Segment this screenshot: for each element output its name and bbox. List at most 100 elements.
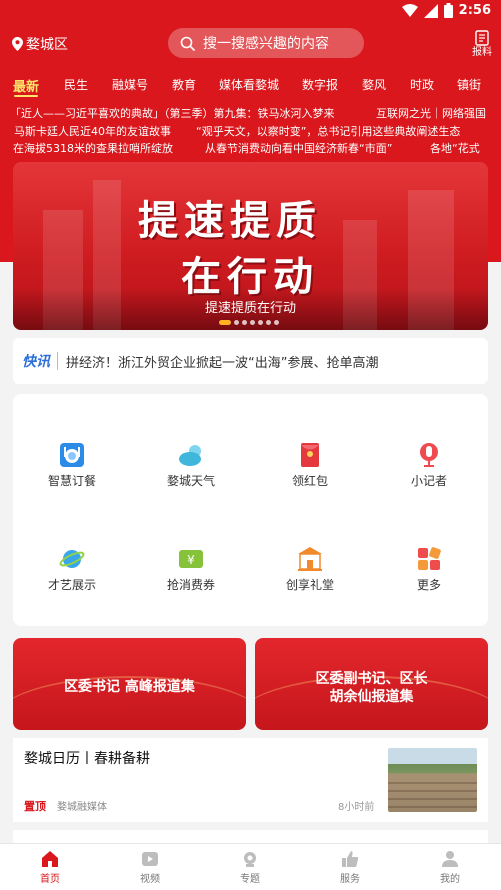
- nav-home[interactable]: 首页: [20, 850, 80, 885]
- tab-education[interactable]: 教育: [172, 76, 196, 93]
- bottom-navigation: 首页 视频 专题 服务 我的: [0, 843, 501, 890]
- carousel-dot[interactable]: [250, 320, 255, 325]
- service-label: 智慧订餐: [47, 474, 96, 488]
- wifi-icon: [401, 3, 418, 17]
- promo-card-secretary[interactable]: 区委书记 高峰报道集: [13, 638, 246, 730]
- flash-news-bar[interactable]: 快讯 拼经济！浙江外贸企业掀起一波“出海”参展、抢单高潮: [13, 338, 488, 384]
- topic-icon: [244, 852, 256, 867]
- service-culture-hall[interactable]: 创享礼堂: [265, 546, 355, 593]
- location-label: 婺城区: [26, 37, 68, 53]
- tab-media-account[interactable]: 融媒号: [112, 76, 148, 93]
- nav-label: 专题: [240, 874, 260, 885]
- ticker-item[interactable]: 马斯卡廷人民近40年的友谊故事: [14, 123, 171, 139]
- carousel-dot[interactable]: [219, 320, 231, 325]
- report-icon: [475, 30, 489, 46]
- banner-headline: 提速提质: [138, 197, 322, 244]
- profile-icon: [442, 851, 458, 867]
- service-coupon[interactable]: ¥ 抢消费券: [146, 546, 236, 593]
- divider: [57, 352, 58, 370]
- article-title[interactable]: 婺城日历丨春耕备耕: [24, 748, 150, 768]
- nav-label: 首页: [40, 874, 60, 885]
- flash-news-logo: 快讯: [22, 354, 50, 370]
- hall-icon: [298, 547, 322, 571]
- tab-wufeng[interactable]: 婺风: [362, 76, 386, 93]
- news-list-item[interactable]: 婺城日历丨春耕备耕 置顶 婺城融媒体 8小时前: [13, 738, 488, 822]
- ticker-item[interactable]: “观乎天文，以察时变”，总书记引用这些典故阐述生态: [196, 123, 460, 139]
- nav-topics[interactable]: 专题: [220, 850, 280, 885]
- carousel-dot[interactable]: [274, 320, 279, 325]
- nav-video[interactable]: 视频: [120, 850, 180, 885]
- report-button[interactable]: 报料: [471, 30, 493, 59]
- planet-icon: [59, 550, 85, 568]
- search-icon: [180, 36, 195, 51]
- ticker-item[interactable]: 从春节消费动向看中国经济新春“市面”: [205, 140, 392, 156]
- tab-towns[interactable]: 镇街: [457, 76, 481, 93]
- service-label: 才艺展示: [47, 578, 96, 592]
- channel-tabs: 最新 民生 融媒号 教育 媒体看婺城 数字报 婺风 时政 镇街: [0, 76, 501, 96]
- flash-news-text[interactable]: 拼经济！浙江外贸企业掀起一波“出海”参展、抢单高潮: [66, 352, 378, 371]
- tab-livelihood[interactable]: 民生: [64, 76, 88, 93]
- promo-title: 区委书记 高峰报道集: [64, 679, 195, 695]
- red-packet-icon: [301, 443, 319, 467]
- video-icon: [142, 852, 158, 866]
- promo-subtitle: 胡余仙报道集: [329, 689, 414, 705]
- hero-banner[interactable]: 提速提质 在行动 提速提质在行动: [13, 162, 488, 330]
- ticker-row[interactable]: 「近人——习近平喜欢的典故」（第三季）第九集：铁马冰河入梦来 互联网之光｜网络强…: [0, 105, 501, 121]
- weather-icon: [179, 445, 201, 466]
- carousel-dot[interactable]: [258, 320, 263, 325]
- status-bar: 2:56: [0, 0, 501, 22]
- coupon-icon: ¥: [179, 550, 203, 568]
- ticker-item[interactable]: 在海拔5318米的查果拉哨所绽放: [13, 140, 173, 156]
- nav-label: 服务: [340, 874, 360, 885]
- ticker-row[interactable]: 马斯卡廷人民近40年的友谊故事 “观乎天文，以察时变”，总书记引用这些典故阐述生…: [0, 123, 501, 139]
- nav-label: 视频: [140, 874, 160, 885]
- tab-latest[interactable]: 最新: [13, 76, 39, 95]
- carousel-indicator: [219, 320, 279, 325]
- service-more[interactable]: 更多: [384, 546, 474, 593]
- tab-digital-paper[interactable]: 数字报: [302, 76, 338, 93]
- service-grid: 智慧订餐 婺城天气 领红包 小记者 才艺展示 ¥ 抢消费券 创享礼堂 更多: [13, 394, 488, 626]
- ticker-item[interactable]: 互联网之光｜网络强国: [376, 105, 486, 121]
- clock: 2:56: [458, 3, 491, 18]
- carousel-dot[interactable]: [234, 320, 239, 325]
- signal-icon: [423, 3, 438, 18]
- tab-politics[interactable]: 时政: [410, 76, 434, 93]
- nav-profile[interactable]: 我的: [420, 850, 480, 885]
- home-icon: [42, 851, 58, 867]
- ticker-item[interactable]: 各地“花式: [430, 140, 480, 156]
- ticker-item[interactable]: 「近人——习近平喜欢的典故」（第三季）第九集：铁马冰河入梦来: [10, 105, 335, 121]
- service-label: 小记者: [410, 474, 447, 488]
- battery-icon: [443, 3, 453, 18]
- service-young-reporter[interactable]: 小记者: [384, 442, 474, 489]
- carousel-dot[interactable]: [266, 320, 271, 325]
- service-talent-show[interactable]: 才艺展示: [27, 546, 117, 593]
- search-placeholder: 搜一搜感兴趣的内容: [203, 36, 329, 52]
- article-thumbnail[interactable]: [388, 748, 477, 812]
- service-red-packet[interactable]: 领红包: [265, 442, 355, 489]
- banner-caption: 提速提质在行动: [204, 301, 296, 316]
- more-grid-icon: [418, 547, 441, 570]
- nav-services[interactable]: 服务: [320, 850, 380, 885]
- report-label: 报料: [472, 47, 492, 58]
- nav-label: 我的: [440, 874, 460, 885]
- promo-title: 区委副书记、区长: [315, 671, 428, 687]
- ticker-row[interactable]: 在海拔5318米的查果拉哨所绽放 从春节消费动向看中国经济新春“市面” 各地“花…: [0, 140, 501, 156]
- article-time: 8小时前: [338, 802, 375, 813]
- service-label: 创享礼堂: [285, 578, 334, 592]
- carousel-dot[interactable]: [242, 320, 247, 325]
- service-icon: [342, 851, 359, 867]
- meal-icon: [60, 443, 84, 467]
- service-smart-meal[interactable]: 智慧订餐: [27, 442, 117, 489]
- location-pin-icon: [12, 37, 23, 51]
- pinned-tag: 置顶: [24, 800, 46, 813]
- service-label: 抢消费券: [166, 578, 215, 592]
- search-bar[interactable]: 搜一搜感兴趣的内容: [168, 28, 364, 58]
- microphone-icon: [420, 443, 438, 467]
- tab-media-view[interactable]: 媒体看婺城: [219, 76, 279, 93]
- service-weather[interactable]: 婺城天气: [146, 442, 236, 489]
- service-label: 更多: [416, 578, 441, 592]
- active-tab-indicator: [14, 95, 38, 97]
- service-label: 领红包: [291, 474, 328, 488]
- promo-card-mayor[interactable]: 区委副书记、区长 胡余仙报道集: [255, 638, 488, 730]
- location-selector[interactable]: 婺城区: [12, 34, 68, 54]
